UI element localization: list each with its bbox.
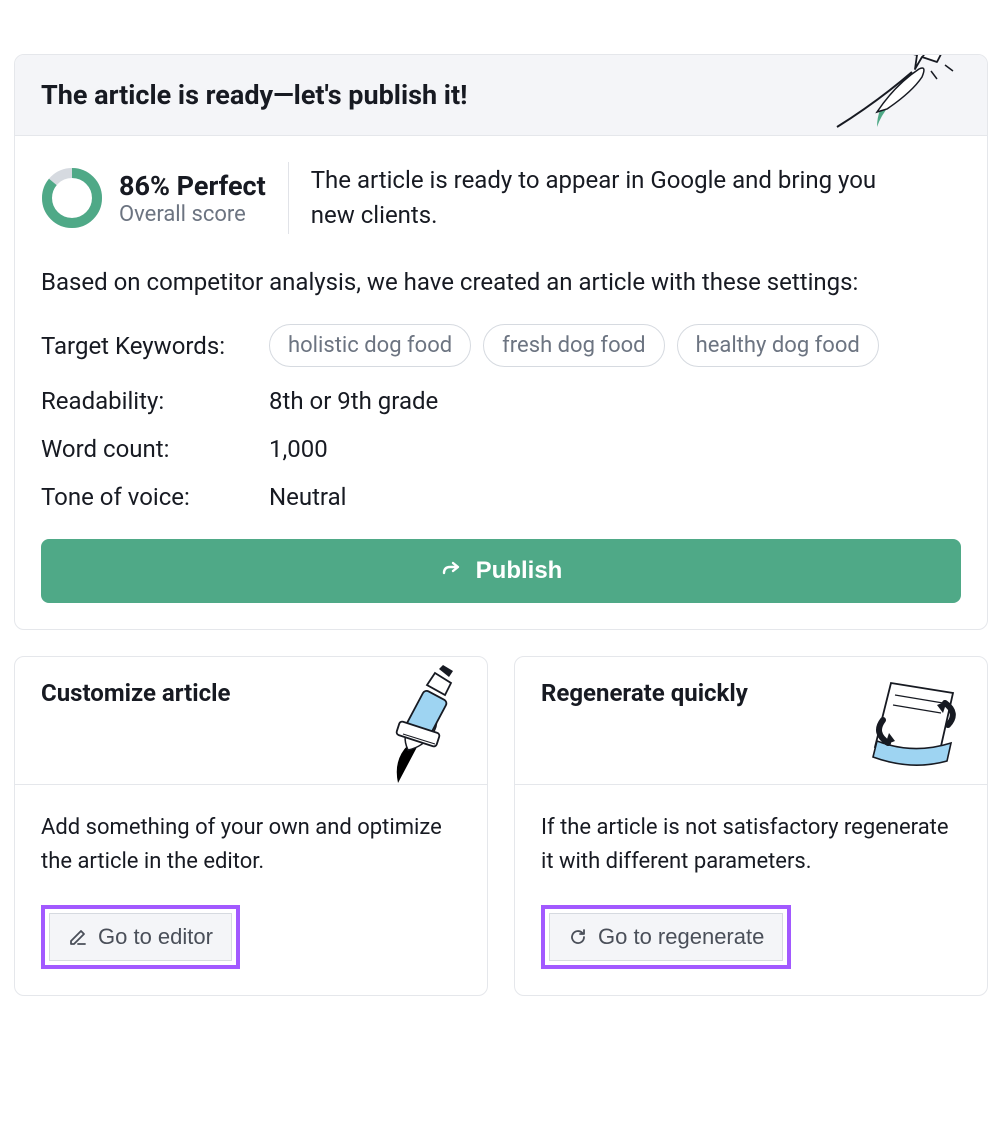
readability-row: Readability: 8th or 9th grade (41, 387, 961, 415)
divider (288, 162, 289, 234)
tone-row: Tone of voice: Neutral (41, 483, 961, 511)
score-row: 86% Perfect Overall score The article is… (41, 162, 961, 234)
keyword-chip: fresh dog food (483, 324, 664, 367)
tone-label: Tone of voice: (41, 483, 269, 511)
paper-plane-icon (827, 54, 967, 147)
customize-desc: Add something of your own and optimize t… (41, 811, 461, 879)
main-card: The article is ready—let's publish it! 8… (14, 54, 988, 630)
regenerate-title: Regenerate quickly (541, 679, 748, 707)
wordcount-row: Word count: 1,000 (41, 435, 961, 463)
customize-title: Customize article (41, 679, 230, 707)
edit-icon (68, 927, 88, 947)
main-title: The article is ready—let's publish it! (41, 79, 961, 111)
publish-button[interactable]: Publish (41, 539, 961, 603)
score-description: The article is ready to appear in Google… (311, 163, 921, 233)
keywords-label: Target Keywords: (41, 332, 269, 360)
refresh-icon (568, 927, 588, 947)
main-body: 86% Perfect Overall score The article is… (15, 136, 987, 629)
readability-value: 8th or 9th grade (269, 387, 438, 415)
publish-label: Publish (476, 557, 563, 585)
keyword-chip: holistic dog food (269, 324, 471, 367)
wordcount-value: 1,000 (269, 435, 328, 463)
customize-header: Customize article (15, 657, 487, 785)
go-to-editor-button[interactable]: Go to editor (49, 913, 232, 961)
regenerate-card: Regenerate quickly If the article is not… (514, 656, 988, 996)
regenerate-button-label: Go to regenerate (598, 924, 764, 950)
go-to-regenerate-button[interactable]: Go to regenerate (549, 913, 783, 961)
lower-cards-row: Customize article Add something of your … (14, 656, 988, 996)
keywords-chips: holistic dog food fresh dog food healthy… (269, 324, 879, 367)
intro-text: Based on competitor analysis, we have cr… (41, 264, 961, 300)
customize-card: Customize article Add something of your … (14, 656, 488, 996)
wordcount-label: Word count: (41, 435, 269, 463)
score-text: 86% Perfect Overall score (119, 170, 266, 227)
score-progress-ring (41, 167, 103, 229)
keywords-row: Target Keywords: holistic dog food fresh… (41, 324, 961, 367)
regenerate-desc: If the article is not satisfactory regen… (541, 811, 961, 879)
main-header: The article is ready—let's publish it! (15, 55, 987, 136)
readability-label: Readability: (41, 387, 269, 415)
score-value: 86% Perfect (119, 170, 266, 202)
highlight-frame: Go to regenerate (541, 905, 791, 969)
regenerate-body: If the article is not satisfactory regen… (515, 785, 987, 995)
editor-button-label: Go to editor (98, 924, 213, 950)
customize-body: Add something of your own and optimize t… (15, 785, 487, 995)
highlight-frame: Go to editor (41, 905, 240, 969)
share-arrow-icon (440, 559, 464, 583)
score-label: Overall score (119, 202, 266, 227)
keyword-chip: healthy dog food (677, 324, 879, 367)
document-cycle-icon (853, 665, 973, 777)
regenerate-header: Regenerate quickly (515, 657, 987, 785)
pencil-hand-icon (353, 665, 473, 783)
tone-value: Neutral (269, 483, 346, 511)
